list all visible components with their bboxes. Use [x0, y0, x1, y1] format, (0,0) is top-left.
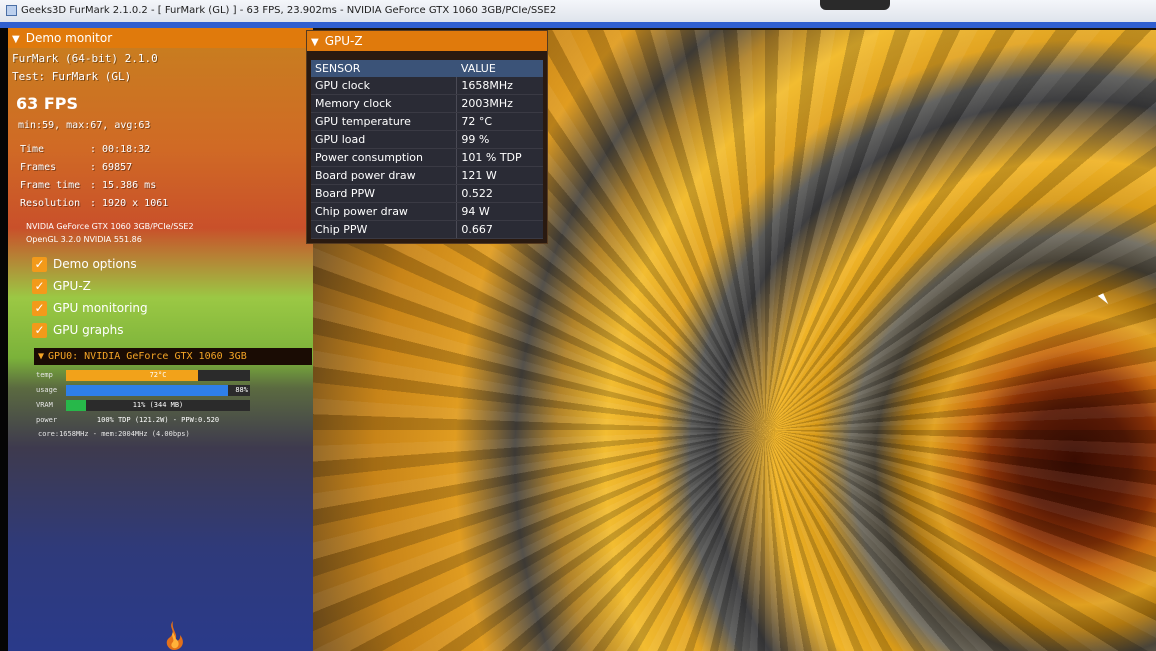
sensor-name: GPU clock — [311, 77, 458, 95]
sensor-name: Board PPW — [311, 184, 458, 203]
monitor-bezel — [820, 0, 890, 10]
sensor-value: 0.522 — [456, 184, 543, 203]
column-header-value: VALUE — [456, 60, 543, 77]
option-label: GPU graphs — [53, 323, 124, 337]
bar-label: VRAM — [36, 401, 53, 409]
checkbox-checked-icon[interactable]: ✓ — [32, 322, 47, 338]
window-icon — [6, 4, 17, 16]
bar-track: 100% TDP (121.2W) - PPW:0.520 — [66, 415, 250, 426]
option-gpu-z[interactable]: ✓ GPU-Z — [32, 277, 91, 295]
demo-monitor-title: Demo monitor — [25, 31, 113, 45]
checkbox-checked-icon[interactable]: ✓ — [32, 278, 47, 294]
sensor-value: 99 % — [456, 130, 543, 149]
stat-frametime-value: : 15.386 ms — [90, 180, 157, 191]
sensor-value: 101 % TDP — [456, 148, 543, 167]
table-row: Power consumption 101 % TDP — [311, 148, 543, 167]
table-row: GPU temperature 72 °C — [311, 112, 543, 131]
sensor-name: Memory clock — [311, 94, 458, 113]
bar-label: temp — [36, 371, 53, 379]
bar-label: usage — [36, 386, 58, 394]
stat-frames-label: Frames — [20, 162, 57, 173]
gpu-clocks: core:1658MHz - mem:2004MHz (4.00bps) — [38, 430, 190, 438]
sensor-value: 0.667 — [456, 220, 543, 239]
checkbox-checked-icon[interactable]: ✓ — [32, 256, 47, 272]
option-label: GPU-Z — [53, 279, 91, 293]
bar-value: 100% TDP (121.2W) - PPW:0.520 — [96, 416, 220, 424]
renderer-info: NVIDIA GeForce GTX 1060 3GB/PCIe/SSE2 — [26, 222, 194, 231]
sensor-value: 121 W — [456, 166, 543, 185]
gpu0-title: GPU0: NVIDIA GeForce GTX 1060 3GB — [48, 351, 247, 362]
gpuz-header[interactable]: ▼ GPU-Z — [307, 31, 547, 51]
stat-time-value: : 00:18:32 — [90, 144, 151, 155]
option-label: GPU monitoring — [53, 301, 148, 315]
mouse-cursor-icon — [1097, 293, 1109, 307]
table-row: Memory clock 2003MHz — [311, 94, 543, 113]
checkbox-checked-icon[interactable]: ✓ — [32, 300, 47, 316]
furmark-flame-logo — [166, 621, 183, 650]
table-row: Chip PPW 0.667 — [311, 220, 543, 239]
bar-track: 11% (344 MB) — [66, 400, 250, 411]
app-name: FurMark (64-bit) 2.1.0 — [12, 52, 158, 65]
bar-value: 88% — [235, 386, 248, 394]
demo-monitor-header[interactable]: ▼ Demo monitor — [8, 28, 313, 48]
sensor-name: GPU temperature — [311, 112, 458, 131]
stat-frametime-label: Frame time — [20, 180, 81, 191]
sensor-name: Chip PPW — [311, 220, 458, 239]
window-title: Geeks3D FurMark 2.1.0.2 - [ FurMark (GL)… — [21, 5, 557, 16]
screen-edge — [0, 28, 8, 651]
sensor-value: 1658MHz — [456, 77, 543, 95]
collapse-arrow-icon[interactable]: ▼ — [12, 30, 20, 50]
sensor-value: 72 °C — [456, 112, 543, 131]
sensor-name: Power consumption — [311, 148, 458, 167]
table-row: Board power draw 121 W — [311, 166, 543, 185]
sensor-value: 2003MHz — [456, 94, 543, 113]
test-name: Test: FurMark (GL) — [12, 70, 132, 83]
stat-resolution-label: Resolution — [20, 198, 81, 209]
demo-monitor-panel: ▼ Demo monitor FurMark (64-bit) 2.1.0 Tes… — [8, 28, 313, 651]
bar-value: 11% (344 MB) — [132, 401, 184, 409]
option-demo-options[interactable]: ✓ Demo options — [32, 255, 137, 273]
gpuz-sensor-table: SENSOR VALUE GPU clock 1658MHz Memory clo… — [311, 60, 543, 239]
collapse-arrow-icon[interactable]: ▼ — [311, 33, 319, 53]
bar-label: power — [36, 416, 58, 424]
stat-resolution-value: : 1920 x 1061 — [90, 198, 169, 209]
sensor-name: Chip power draw — [311, 202, 458, 221]
table-row: GPU load 99 % — [311, 130, 543, 149]
collapse-arrow-icon[interactable]: ▼ — [38, 351, 44, 362]
option-label: Demo options — [53, 257, 137, 271]
table-row: Chip power draw 94 W — [311, 202, 543, 221]
sensor-name: GPU load — [311, 130, 458, 149]
bar-track: 72°C — [66, 370, 250, 381]
stat-frames-value: : 69857 — [90, 162, 133, 173]
sensor-value: 94 W — [456, 202, 543, 221]
table-header-row: SENSOR VALUE — [311, 60, 543, 77]
column-header-sensor: SENSOR — [311, 60, 457, 77]
sensor-name: Board power draw — [311, 166, 458, 185]
gpuz-title: GPU-Z — [324, 34, 363, 48]
option-gpu-graphs[interactable]: ✓ GPU graphs — [32, 321, 124, 339]
opengl-info: OpenGL 3.2.0 NVIDIA 551.86 — [26, 235, 142, 244]
table-row: Board PPW 0.522 — [311, 184, 543, 203]
gpu0-monitor-header[interactable]: ▼ GPU0: NVIDIA GeForce GTX 1060 3GB — [34, 348, 312, 365]
fps-readout: 63 FPS — [16, 94, 79, 113]
option-gpu-monitoring[interactable]: ✓ GPU monitoring — [32, 299, 148, 317]
table-row: GPU clock 1658MHz — [311, 77, 543, 95]
fps-stats: min:59, max:67, avg:63 — [18, 120, 151, 131]
window-title-bar[interactable]: Geeks3D FurMark 2.1.0.2 - [ FurMark (GL)… — [0, 0, 1156, 22]
bar-track: 88% — [66, 385, 250, 396]
stat-time-label: Time — [20, 144, 45, 155]
bar-value: 72°C — [149, 371, 167, 379]
gpuz-panel: ▼ GPU-Z SENSOR VALUE GPU clock 1658MHz Mem… — [306, 30, 548, 244]
